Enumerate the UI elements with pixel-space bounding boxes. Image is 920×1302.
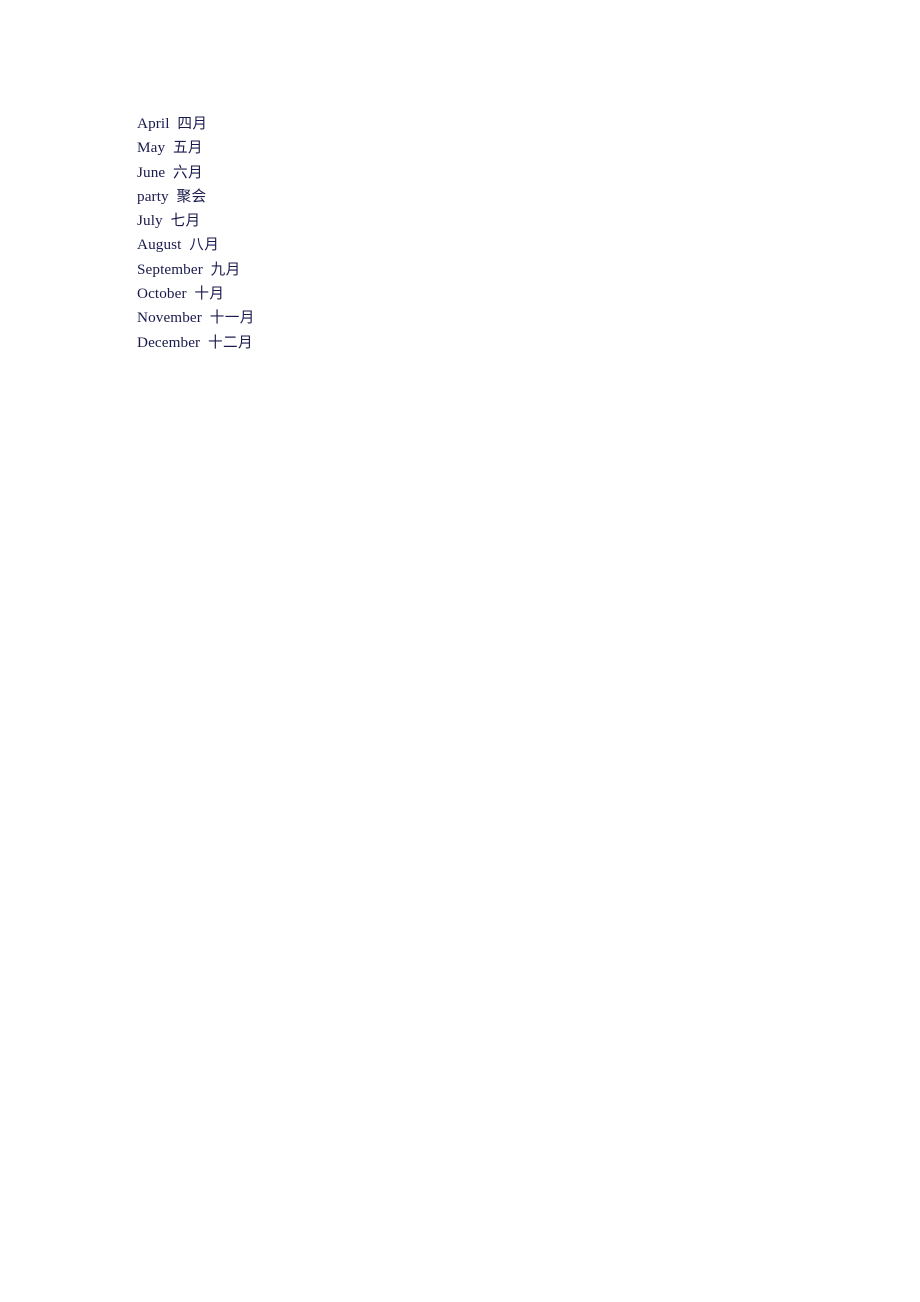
vocabulary-entry: April 四月 [137, 112, 837, 136]
vocabulary-term-separator [202, 309, 210, 326]
vocabulary-term-chinese: 五月 [172, 139, 203, 157]
vocabulary-entry: December 十二月 [137, 331, 837, 355]
vocabulary-list: April 四月 May 五月 June 六月 party 聚会 July 七月 Augu… [137, 112, 837, 355]
vocabulary-term-english: October [137, 285, 187, 303]
vocabulary-term-english: July [137, 212, 163, 230]
vocabulary-term-english: September [137, 260, 203, 278]
vocabulary-term-separator [165, 164, 173, 181]
vocabulary-term-chinese: 十一月 [209, 309, 255, 327]
vocabulary-entry: November 十一月 [137, 306, 837, 330]
vocabulary-entry: May 五月 [137, 136, 837, 160]
vocabulary-term-chinese: 聚会 [176, 187, 207, 205]
vocabulary-entry: June 六月 [137, 161, 837, 185]
vocabulary-term-chinese: 十二月 [208, 333, 253, 351]
vocabulary-term-english: August [137, 236, 182, 254]
vocabulary-term-separator [203, 261, 211, 278]
vocabulary-term-chinese: 九月 [210, 260, 241, 278]
vocabulary-term-chinese: 七月 [170, 212, 201, 230]
vocabulary-term-english: December [137, 333, 201, 351]
vocabulary-term-english: May [137, 139, 166, 157]
document-page: April 四月 May 五月 June 六月 party 聚会 July 七月 Augu… [0, 0, 920, 1302]
vocabulary-entry: party 聚会 [137, 185, 837, 209]
vocabulary-term-english: November [137, 309, 202, 327]
vocabulary-term-separator [165, 139, 173, 156]
vocabulary-term-chinese: 四月 [177, 115, 208, 132]
vocabulary-term-separator [169, 188, 177, 205]
vocabulary-term-chinese: 六月 [173, 163, 204, 181]
vocabulary-term-english: party [137, 187, 169, 205]
vocabulary-entry: August 八月 [137, 233, 837, 257]
vocabulary-term-english: April [137, 115, 170, 132]
vocabulary-entry: July 七月 [137, 209, 837, 233]
vocabulary-term-separator [163, 212, 171, 229]
vocabulary-entry: September 九月 [137, 258, 837, 282]
vocabulary-term-chinese: 八月 [189, 236, 220, 254]
vocabulary-term-chinese: 十月 [194, 285, 225, 303]
vocabulary-term-english: June [137, 163, 166, 181]
vocabulary-term-separator [200, 334, 208, 351]
vocabulary-entry: October 十月 [137, 282, 837, 306]
